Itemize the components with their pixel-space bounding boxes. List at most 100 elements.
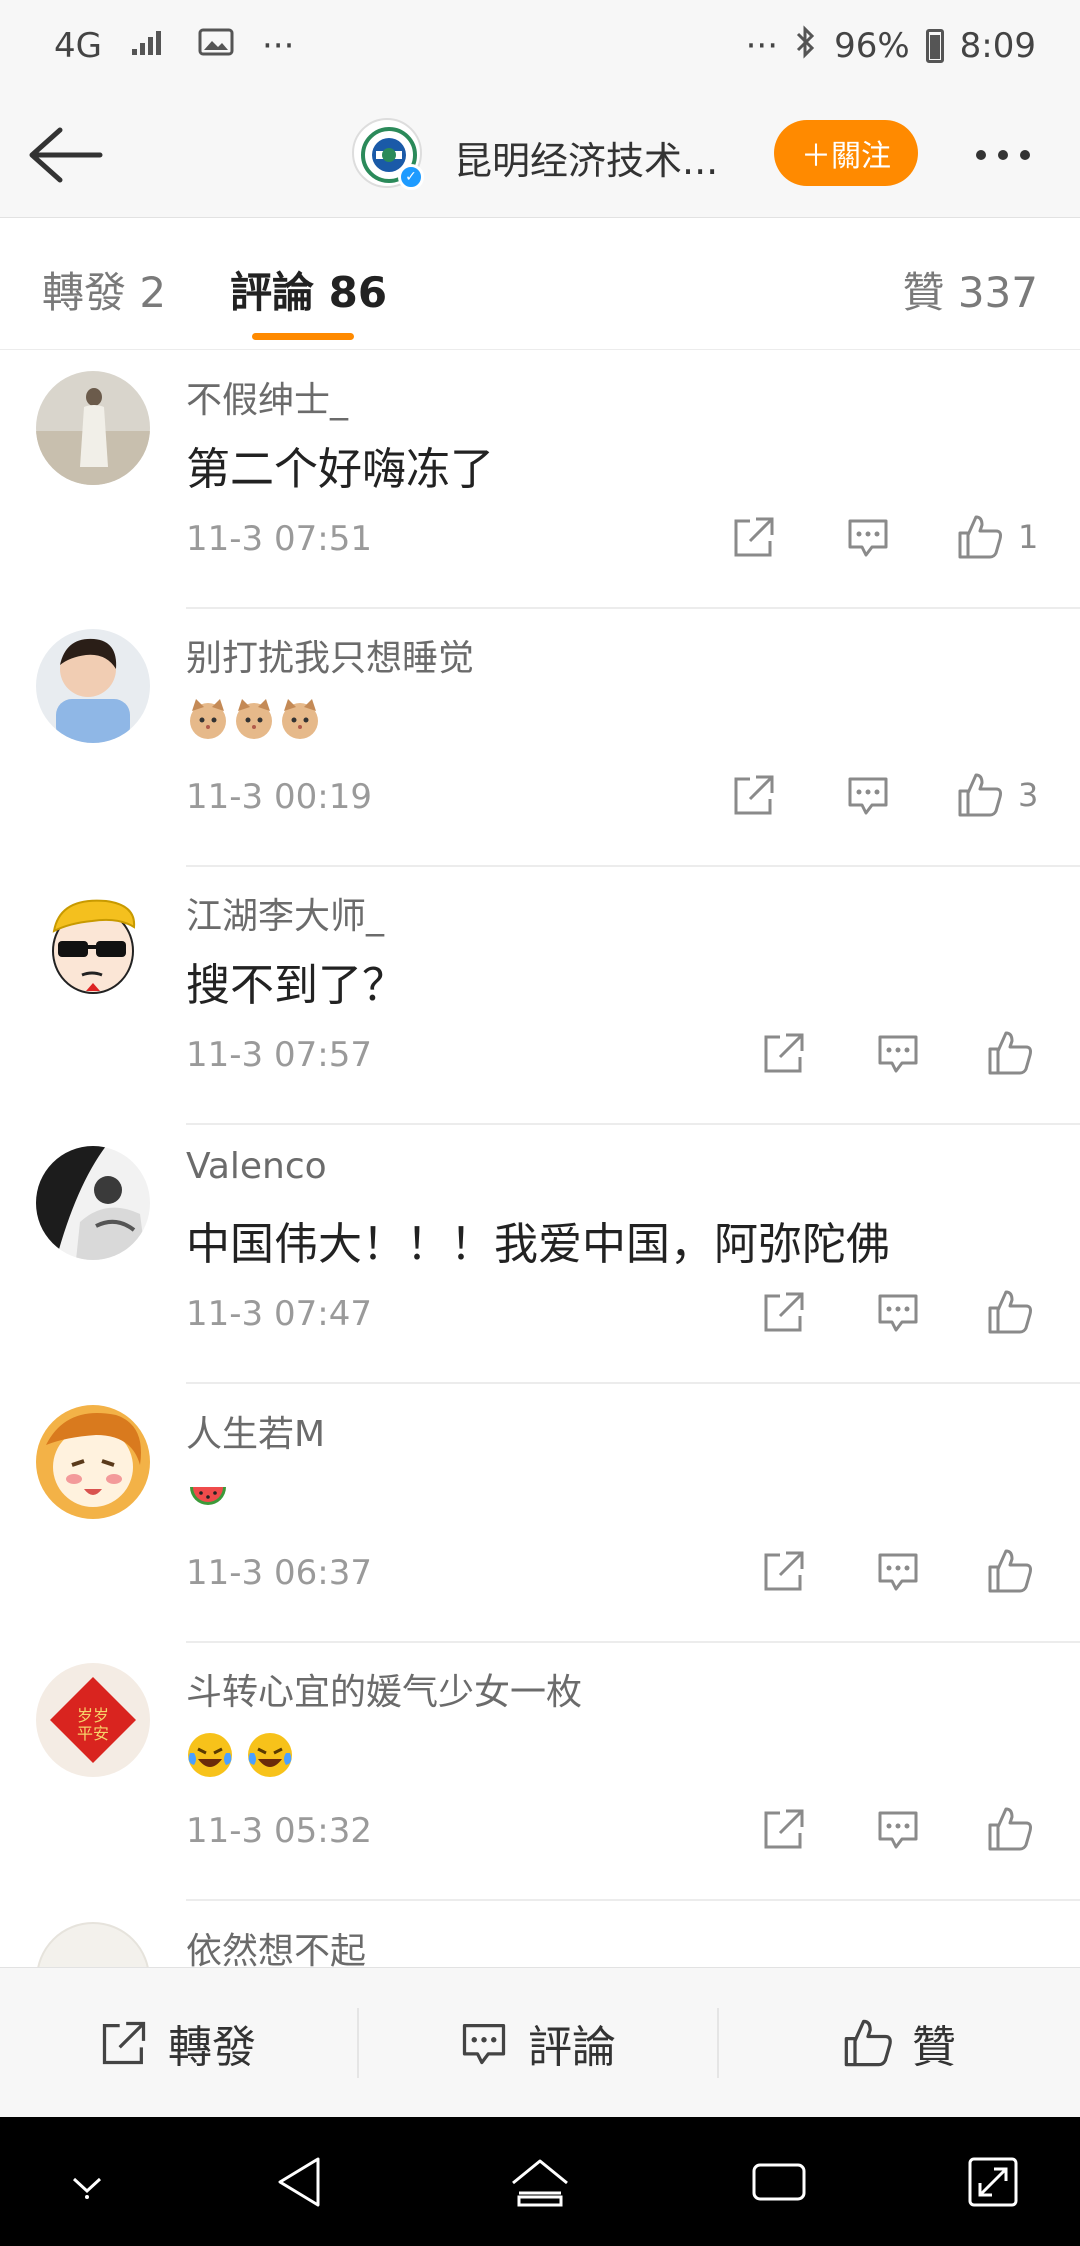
share-icon[interactable] <box>760 1545 808 1597</box>
comment-emojis <box>186 1467 232 1518</box>
comment-time: 11-3 06:37 <box>186 1553 372 1593</box>
comment-button[interactable]: 評論 <box>458 1968 616 2118</box>
network-type: 4G <box>54 26 102 66</box>
commenter-name[interactable]: 斗转心宜的媛气少女一枚 <box>186 1663 582 1715</box>
comment-emojis <box>186 691 324 742</box>
commenter-name[interactable]: 不假绅士_ <box>186 371 348 423</box>
verified-badge-icon: ✓ <box>398 164 424 190</box>
fullscreen-icon[interactable] <box>958 2147 1028 2217</box>
laugh-cry-emoji <box>246 1731 292 1777</box>
divider <box>717 2008 719 2078</box>
follow-button[interactable]: ＋關注 <box>774 120 918 186</box>
signal-icon <box>130 26 170 66</box>
avatar[interactable] <box>36 1922 150 1967</box>
cat-face-emoji <box>186 697 230 741</box>
account-name[interactable]: 昆明经济技术... <box>454 130 718 185</box>
thumb-up-icon <box>988 1549 1032 1593</box>
divider <box>186 1123 1080 1125</box>
repost-button[interactable]: 轉發 <box>98 1968 256 2118</box>
comment-item: 人生若M 11-3 06:37 <box>0 1385 1080 1643</box>
comment-item: 依然想不起 <box>0 1902 1080 1967</box>
tab-comments[interactable]: 評論 86 <box>230 259 387 320</box>
thumb-up-icon <box>988 1807 1032 1851</box>
avatar[interactable] <box>36 371 150 485</box>
reply-icon[interactable] <box>844 769 892 821</box>
more-options-icon[interactable] <box>976 140 1056 170</box>
more-notifications: ··· <box>261 26 295 66</box>
reply-icon[interactable] <box>874 1803 922 1855</box>
avatar[interactable]: 岁岁 平安 <box>36 1663 150 1777</box>
share-icon[interactable] <box>730 511 778 563</box>
commenter-name[interactable]: 依然想不起 <box>186 1922 366 1967</box>
avatar[interactable] <box>36 629 150 743</box>
like-label: 贊 <box>912 2022 956 2073</box>
status-bar: 4G ··· ··· 96% 8:09 <box>0 0 1080 92</box>
comment-text: 中国伟大！！！我爱中国，阿弥陀佛 <box>186 1219 890 1270</box>
thumb-up-icon <box>958 773 1002 817</box>
like-button[interactable] <box>986 1027 1034 1079</box>
cat-face-emoji <box>232 697 276 741</box>
reply-icon[interactable] <box>874 1545 922 1597</box>
share-icon[interactable] <box>730 769 778 821</box>
comment-time: 11-3 07:57 <box>186 1035 372 1075</box>
divider <box>186 1899 1080 1901</box>
share-icon[interactable] <box>760 1803 808 1855</box>
comment-time: 11-3 05:32 <box>186 1811 372 1851</box>
svg-text:岁岁: 岁岁 <box>77 1706 109 1725</box>
top-nav: ✓ 昆明经济技术... ＋關注 <box>0 92 1080 218</box>
like-button[interactable] <box>986 1286 1034 1338</box>
divider <box>186 1382 1080 1384</box>
watermelon-emoji <box>186 1473 230 1517</box>
like-count: 3 <box>1018 776 1039 814</box>
tab-repost[interactable]: 轉發 2 <box>42 259 166 320</box>
divider <box>357 2008 359 2078</box>
commenter-name[interactable]: 别打扰我只想睡觉 <box>186 629 474 681</box>
weibo-comments-screen: 4G ··· ··· 96% 8:09 ✓ 昆明经济技术... ＋關注 轉發 2… <box>0 0 1080 2246</box>
comment-text: 第二个好嗨冻了 <box>186 444 494 495</box>
thumb-up-icon <box>844 2019 892 2067</box>
comment-time: 11-3 00:19 <box>186 777 372 817</box>
comment-time: 11-3 07:51 <box>186 519 372 559</box>
comment-item: Valenco 中国伟大！！！我爱中国，阿弥陀佛 11-3 07:47 <box>0 1126 1080 1384</box>
comment-item: 岁岁 平安 斗转心宜的媛气少女一枚 11-3 05:32 <box>0 1643 1080 1901</box>
commenter-name[interactable]: Valenco <box>186 1146 327 1187</box>
share-icon[interactable] <box>760 1286 808 1338</box>
thumb-up-icon <box>988 1031 1032 1075</box>
commenter-name[interactable]: 江湖李大师_ <box>186 887 384 939</box>
svg-text:平安: 平安 <box>77 1724 109 1743</box>
clock: 8:09 <box>959 26 1036 66</box>
thumb-up-icon <box>988 1290 1032 1334</box>
tab-likes[interactable]: 贊 337 <box>902 259 1038 320</box>
back-triangle-icon[interactable] <box>266 2147 336 2217</box>
recent-apps-icon[interactable] <box>744 2147 814 2217</box>
avatar[interactable] <box>36 1146 150 1260</box>
avatar[interactable] <box>36 1405 150 1519</box>
reply-icon[interactable] <box>874 1286 922 1338</box>
commenter-name[interactable]: 人生若M <box>186 1405 325 1457</box>
like-count: 1 <box>1018 518 1039 556</box>
laugh-cry-emoji <box>186 1731 232 1777</box>
thumb-up-icon <box>958 515 1002 559</box>
like-button[interactable]: 贊 <box>842 1968 956 2118</box>
comment-list[interactable]: 不假绅士_ 第二个好嗨冻了 11-3 07:51 1 别打扰我只想睡觉 11-3… <box>0 351 1080 1967</box>
system-nav-bar <box>0 2117 1080 2246</box>
comment-label: 評論 <box>528 2022 616 2073</box>
reply-icon[interactable] <box>874 1027 922 1079</box>
like-button[interactable]: 3 <box>956 769 1038 821</box>
chevron-down-icon[interactable] <box>52 2147 122 2217</box>
comment-item: 别打扰我只想睡觉 11-3 00:19 3 <box>0 609 1080 867</box>
like-button[interactable] <box>986 1803 1034 1855</box>
comment-time: 11-3 07:47 <box>186 1294 372 1334</box>
battery-percent: 96% <box>834 26 910 66</box>
share-icon[interactable] <box>760 1027 808 1079</box>
avatar[interactable] <box>36 887 150 1001</box>
active-tab-indicator <box>252 333 354 340</box>
comment-item: 不假绅士_ 第二个好嗨冻了 11-3 07:51 1 <box>0 351 1080 609</box>
image-icon <box>198 26 234 66</box>
back-arrow-icon[interactable] <box>26 120 106 190</box>
reply-icon[interactable] <box>844 511 892 563</box>
like-button[interactable] <box>986 1545 1034 1597</box>
like-button[interactable]: 1 <box>956 511 1038 563</box>
home-icon[interactable] <box>505 2147 575 2217</box>
comment-item: 江湖李大师_ 搜不到了？ 11-3 07:57 <box>0 867 1080 1125</box>
